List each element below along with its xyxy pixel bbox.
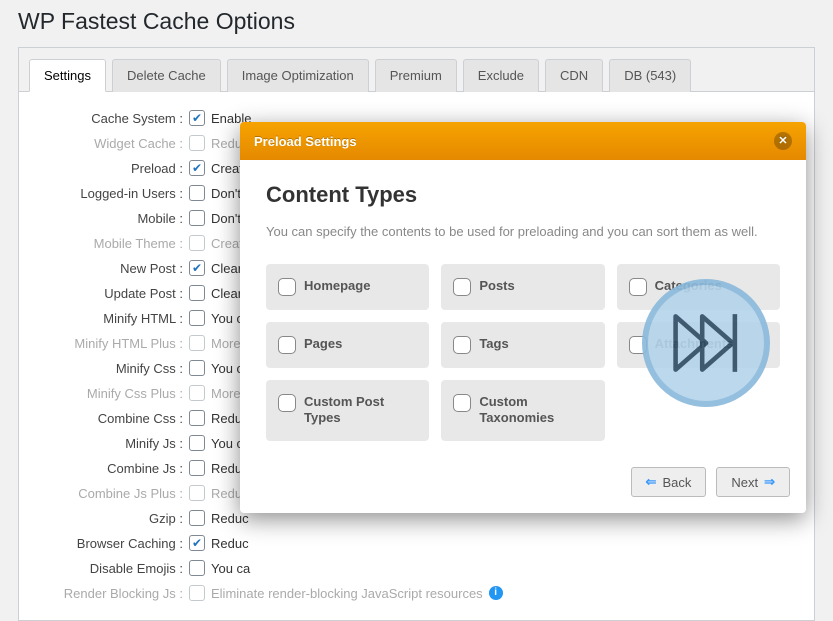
modal-title-bar: Preload Settings ✕	[240, 122, 806, 160]
setting-checkbox[interactable]: ✔	[189, 260, 205, 276]
setting-checkbox[interactable]	[189, 410, 205, 426]
modal-title-text: Preload Settings	[254, 134, 357, 149]
setting-label: Widget Cache :	[29, 136, 189, 151]
setting-desc: Reduc	[211, 536, 249, 551]
card-checkbox[interactable]	[453, 336, 471, 354]
setting-label: Minify Css :	[29, 361, 189, 376]
close-icon[interactable]: ✕	[774, 132, 792, 150]
card-checkbox[interactable]	[278, 336, 296, 354]
setting-label: Minify Js :	[29, 436, 189, 451]
setting-checkbox[interactable]	[189, 435, 205, 451]
content-type-card[interactable]: Custom Post Types	[266, 380, 429, 442]
arrow-right-icon: ⇒	[764, 474, 775, 490]
card-checkbox[interactable]	[278, 278, 296, 296]
back-button-label: Back	[662, 475, 691, 490]
setting-checkbox[interactable]	[189, 285, 205, 301]
setting-desc: Don't	[211, 186, 241, 201]
content-type-card[interactable]: Categories	[617, 264, 780, 310]
content-type-card[interactable]: Posts	[441, 264, 604, 310]
setting-label: Minify HTML :	[29, 311, 189, 326]
next-button-label: Next	[731, 475, 758, 490]
setting-checkbox[interactable]: ✔	[189, 110, 205, 126]
setting-label: Minify HTML Plus :	[29, 336, 189, 351]
content-type-grid: Homepage Posts Categories Pages Tags Attachme…	[266, 264, 780, 442]
setting-checkbox	[189, 385, 205, 401]
setting-row: Render Blocking Js : Eliminate render-blo…	[29, 585, 804, 601]
setting-checkbox	[189, 135, 205, 151]
setting-checkbox	[189, 585, 205, 601]
setting-checkbox[interactable]	[189, 185, 205, 201]
setting-label: Update Post :	[29, 286, 189, 301]
modal-subheading: You can specify the contents to be used …	[266, 222, 780, 242]
setting-label: Combine Js Plus :	[29, 486, 189, 501]
modal-heading: Content Types	[266, 182, 780, 208]
setting-desc: More	[211, 386, 241, 401]
card-label: Custom Post Types	[304, 394, 417, 428]
setting-desc: More	[211, 336, 241, 351]
content-type-card[interactable]: Tags	[441, 322, 604, 368]
tab-premium[interactable]: Premium	[375, 59, 457, 92]
card-label: Pages	[304, 336, 342, 353]
setting-label: Combine Js :	[29, 461, 189, 476]
setting-label: Gzip :	[29, 511, 189, 526]
tab-delete-cache[interactable]: Delete Cache	[112, 59, 221, 92]
card-checkbox[interactable]	[629, 336, 647, 354]
setting-checkbox[interactable]	[189, 460, 205, 476]
setting-checkbox[interactable]: ✔	[189, 160, 205, 176]
setting-checkbox[interactable]	[189, 360, 205, 376]
info-icon[interactable]: i	[489, 586, 503, 600]
setting-checkbox	[189, 235, 205, 251]
page-title: WP Fastest Cache Options	[18, 0, 815, 47]
card-label: Custom Taxonomies	[479, 394, 592, 428]
content-type-card[interactable]: Homepage	[266, 264, 429, 310]
setting-checkbox[interactable]	[189, 510, 205, 526]
setting-checkbox[interactable]: ✔	[189, 535, 205, 551]
card-label: Posts	[479, 278, 514, 295]
back-button[interactable]: ⇐ Back	[631, 467, 707, 497]
tab-cdn[interactable]: CDN	[545, 59, 603, 92]
setting-row: Browser Caching :✔ Reduc	[29, 535, 804, 551]
card-label: Categories	[655, 278, 722, 295]
content-type-card[interactable]: Pages	[266, 322, 429, 368]
setting-label: Disable Emojis :	[29, 561, 189, 576]
card-label: Homepage	[304, 278, 370, 295]
setting-label: Mobile Theme :	[29, 236, 189, 251]
setting-label: Logged-in Users :	[29, 186, 189, 201]
setting-desc: Eliminate render-blocking JavaScript res…	[211, 586, 483, 601]
setting-label: Minify Css Plus :	[29, 386, 189, 401]
tab-image-optimization[interactable]: Image Optimization	[227, 59, 369, 92]
setting-label: Preload :	[29, 161, 189, 176]
content-type-card[interactable]: Custom Taxonomies	[441, 380, 604, 442]
setting-row: Disable Emojis : You ca	[29, 560, 804, 576]
tab-exclude[interactable]: Exclude	[463, 59, 539, 92]
setting-checkbox[interactable]	[189, 210, 205, 226]
setting-desc: You ca	[211, 561, 250, 576]
setting-label: Render Blocking Js :	[29, 586, 189, 601]
content-type-card[interactable]: Attachments	[617, 322, 780, 368]
setting-label: Combine Css :	[29, 411, 189, 426]
setting-checkbox[interactable]	[189, 560, 205, 576]
card-checkbox[interactable]	[278, 394, 296, 412]
card-label: Tags	[479, 336, 508, 353]
setting-label: Mobile :	[29, 211, 189, 226]
tab-bar: SettingsDelete CacheImage OptimizationPr…	[19, 48, 814, 92]
setting-checkbox	[189, 485, 205, 501]
arrow-left-icon: ⇐	[646, 474, 657, 490]
tab-settings[interactable]: Settings	[29, 59, 106, 92]
card-checkbox[interactable]	[453, 278, 471, 296]
preload-settings-modal: Preload Settings ✕ Content Types You can…	[240, 122, 806, 513]
setting-label: Cache System :	[29, 111, 189, 126]
setting-label: Browser Caching :	[29, 536, 189, 551]
setting-label: New Post :	[29, 261, 189, 276]
setting-checkbox	[189, 335, 205, 351]
card-label: Attachments	[655, 336, 734, 353]
setting-checkbox[interactable]	[189, 310, 205, 326]
setting-desc: Don't	[211, 211, 241, 226]
card-checkbox[interactable]	[453, 394, 471, 412]
tab-db-543-[interactable]: DB (543)	[609, 59, 691, 92]
next-button[interactable]: Next ⇒	[716, 467, 790, 497]
card-checkbox[interactable]	[629, 278, 647, 296]
